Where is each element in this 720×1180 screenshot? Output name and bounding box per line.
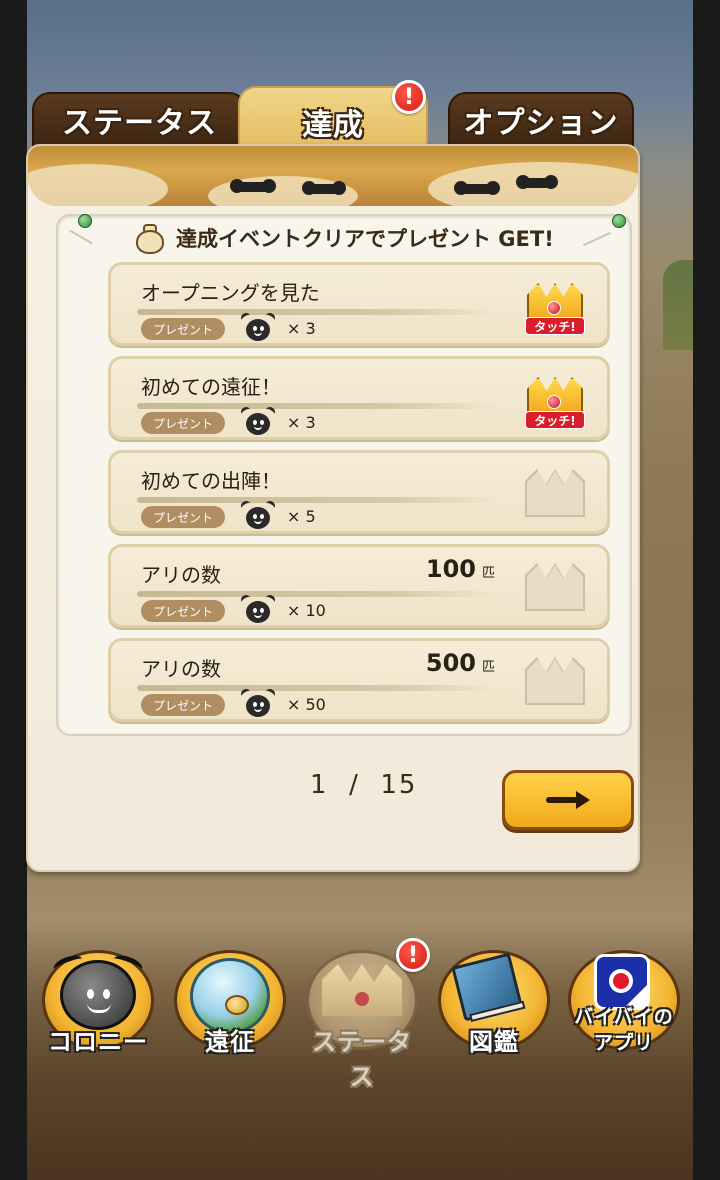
ant-face-icon <box>239 687 277 719</box>
banner-text: 達成イベントクリアでプレゼント GET! <box>176 227 554 251</box>
reward-quantity: × 10 <box>287 601 326 620</box>
reward-quantity: × 50 <box>287 695 326 714</box>
locked-crown-slot <box>525 559 585 615</box>
locked-crown-slot <box>525 465 585 521</box>
nav-label: ステータス <box>312 1028 412 1091</box>
claim-crown-button[interactable]: タッチ! <box>525 371 585 429</box>
status-crown-icon <box>322 964 402 1016</box>
achievement-title: オープニングを見た <box>141 281 320 305</box>
achievement-title: アリの数 <box>141 657 221 681</box>
ant-silhouette-icon <box>516 175 558 189</box>
nav-label: コロニー <box>48 1028 148 1056</box>
arrow-right-icon <box>546 791 590 809</box>
achievement-banner: 達成イベントクリアでプレゼント GET! <box>132 218 554 258</box>
pin-icon <box>612 214 626 228</box>
nav-label: バイバイの アプリ <box>574 1006 674 1054</box>
achievement-title: 初めての遠征！ <box>141 375 281 399</box>
crown-placeholder-icon <box>527 659 583 703</box>
crown-placeholder-icon <box>527 471 583 515</box>
achievement-target-count: 500 匹 <box>425 649 495 677</box>
achievement-row: アリの数 100 匹 プレゼント × 10 <box>108 544 610 628</box>
touch-label: タッチ! <box>525 317 585 335</box>
page-indicator: 1 / 15 <box>310 770 418 800</box>
tab-options[interactable]: オプション <box>448 92 634 148</box>
achievement-target-count: 100 匹 <box>425 555 495 583</box>
achievement-title: アリの数 <box>141 563 221 587</box>
achievement-row: 初めての遠征！ プレゼント × 3 タッチ! <box>108 356 610 440</box>
present-label: プレゼント <box>141 600 225 622</box>
nav-expedition-button[interactable]: 遠征 <box>168 950 288 1060</box>
nav-encyclopedia-button[interactable]: 図鑑 <box>432 950 552 1060</box>
nav-colony-button[interactable]: コロニー <box>36 950 156 1060</box>
achievement-row: 初めての出陣！ プレゼント × 5 <box>108 450 610 534</box>
grass-decoration-right <box>663 260 693 350</box>
present-label: プレゼント <box>141 412 225 434</box>
claim-crown-button[interactable]: タッチ! <box>525 277 585 335</box>
ant-silhouette-icon <box>230 179 276 193</box>
present-label: プレゼント <box>141 318 225 340</box>
reward-quantity: × 5 <box>287 507 316 526</box>
present-label: プレゼント <box>141 694 225 716</box>
achievement-row: アリの数 500 匹 プレゼント × 50 <box>108 638 610 722</box>
ant-silhouette-icon <box>302 181 346 195</box>
crown-placeholder-icon <box>527 565 583 609</box>
ant-face-icon <box>239 311 277 343</box>
nav-byebye-apps-button[interactable]: バイバイの アプリ <box>562 950 682 1060</box>
ant-silhouette-icon <box>454 181 500 195</box>
app-logo-icon <box>594 954 650 1010</box>
present-label: プレゼント <box>141 506 225 528</box>
colony-ant-icon <box>51 952 145 1030</box>
locked-crown-slot <box>525 653 585 709</box>
reward-quantity: × 3 <box>287 319 316 338</box>
tab-status[interactable]: ステータス <box>32 92 247 148</box>
ant-face-icon <box>239 593 277 625</box>
nav-label: 遠征 <box>205 1028 255 1056</box>
pin-icon <box>78 214 92 228</box>
achievement-title: 初めての出陣！ <box>141 469 281 493</box>
present-bag-icon <box>132 220 168 256</box>
panel-header-dirt <box>28 146 638 206</box>
nav-alert-badge: ! <box>396 938 430 972</box>
tab-alert-badge: ! <box>392 80 426 114</box>
ant-face-icon <box>239 405 277 437</box>
achievement-row: オープニングを見た プレゼント × 3 タッチ! <box>108 262 610 346</box>
touch-label: タッチ! <box>525 411 585 429</box>
nav-label: 図鑑 <box>469 1028 519 1056</box>
ant-face-icon <box>239 499 277 531</box>
next-page-button[interactable] <box>502 770 634 830</box>
reward-quantity: × 3 <box>287 413 316 432</box>
